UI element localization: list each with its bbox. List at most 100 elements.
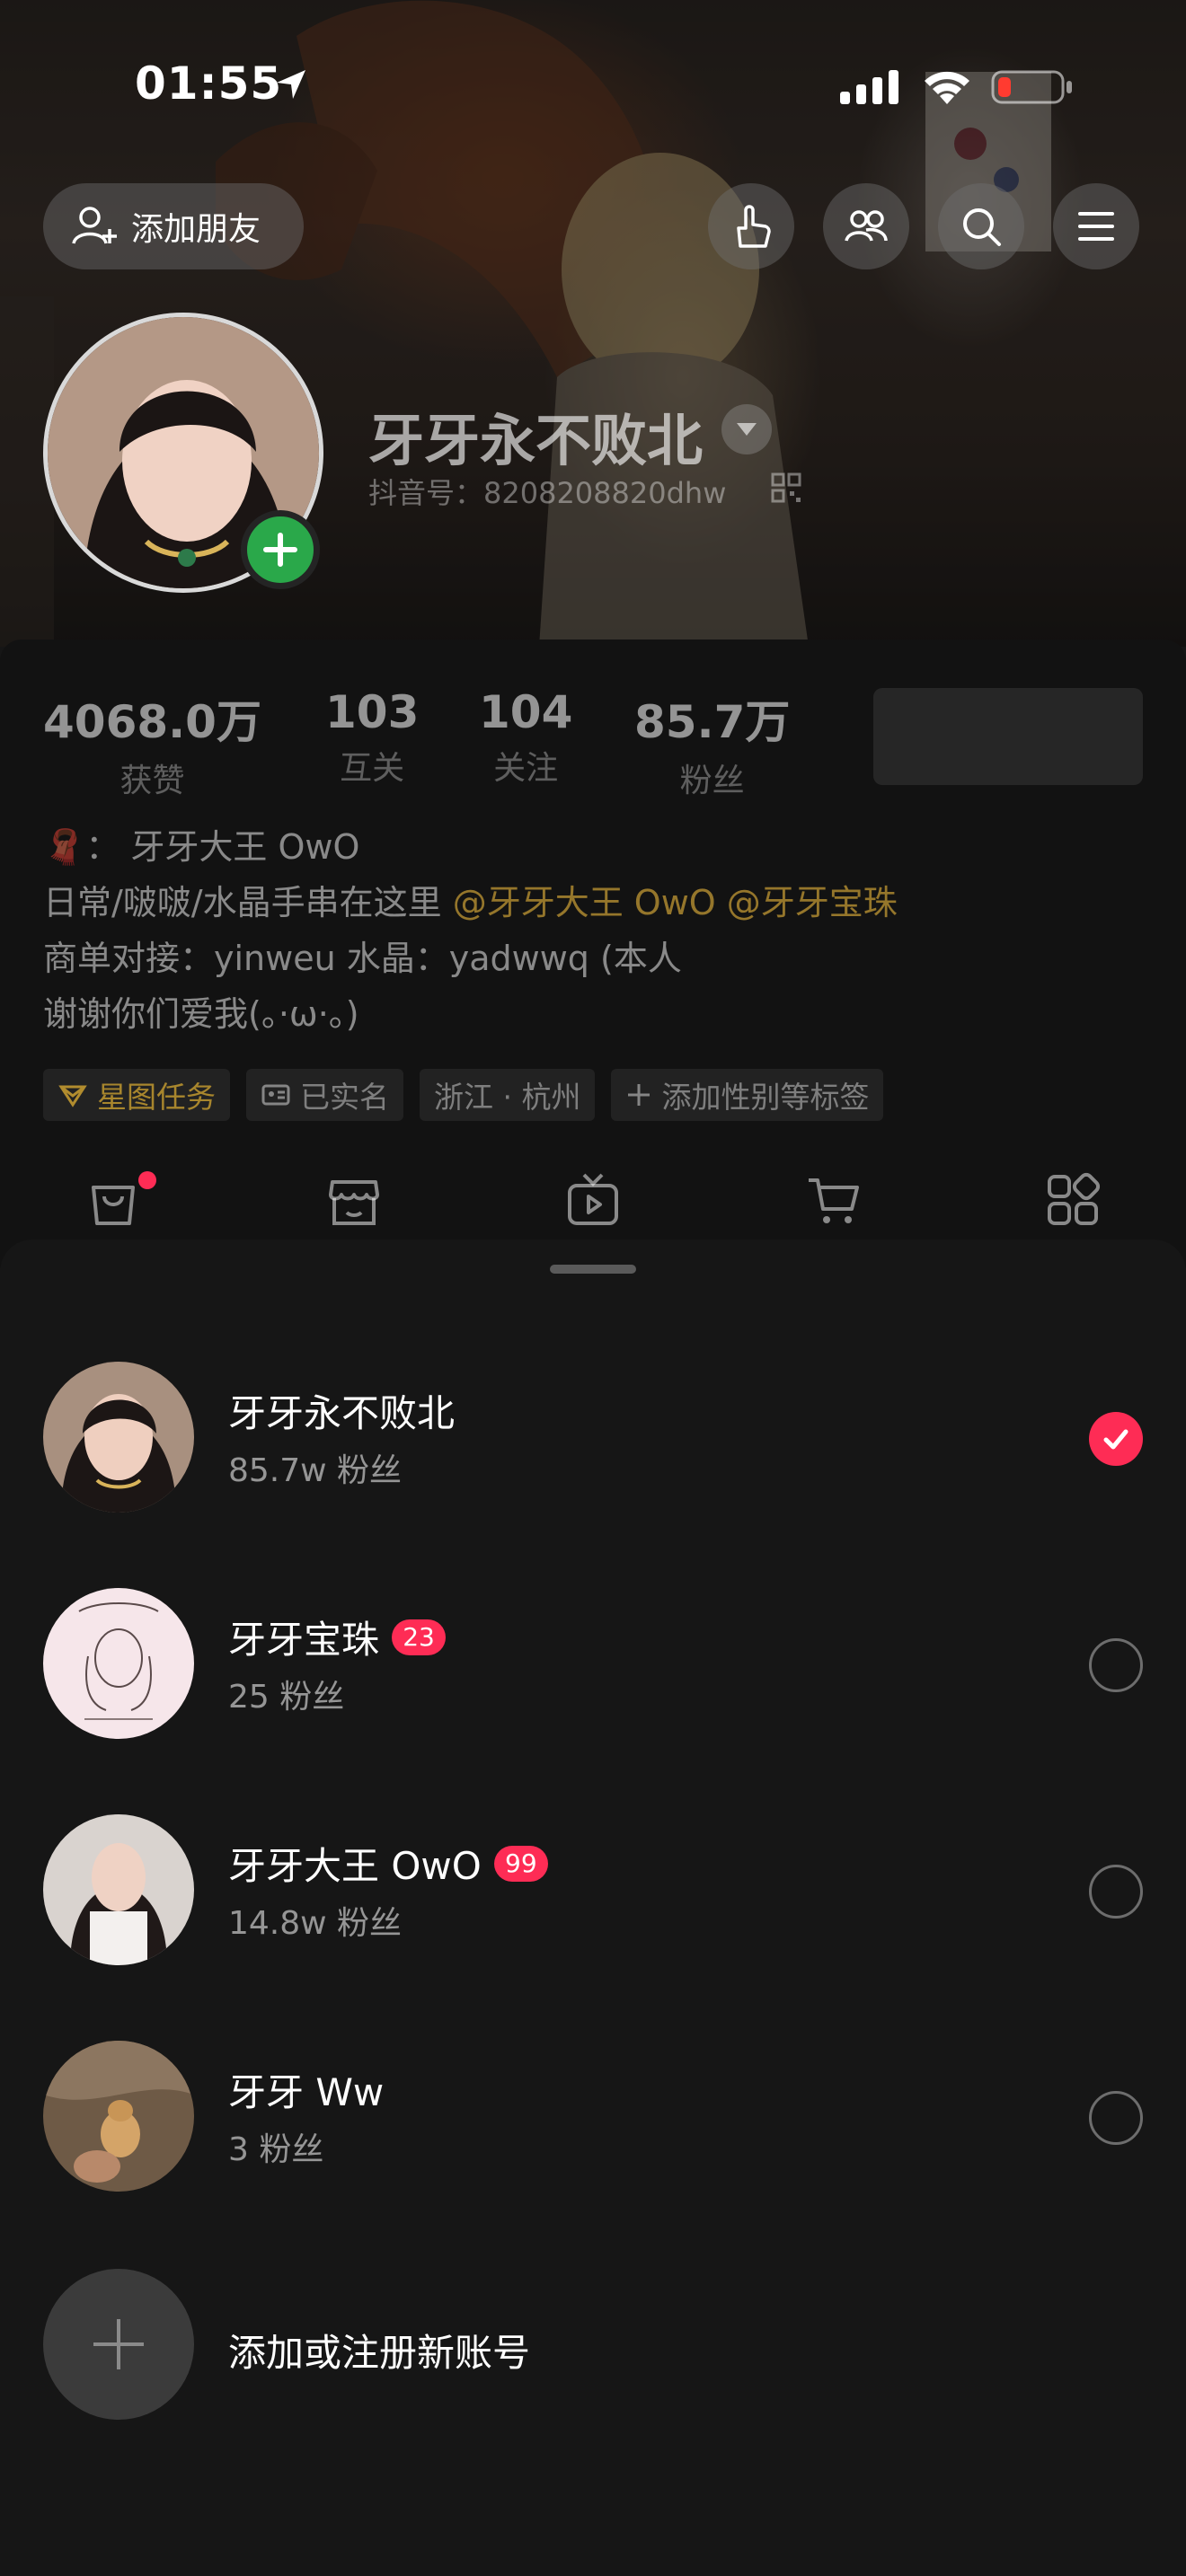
account-followers: 25 粉丝 (228, 1679, 345, 1716)
account-name: 牙牙宝珠 (228, 1618, 380, 1662)
tag-label: 星图任务 (97, 1080, 216, 1115)
tag-star-task[interactable]: 星图任务 (43, 1069, 230, 1121)
tag-label: 添加性别等标签 (661, 1080, 870, 1115)
cart-icon[interactable] (805, 1171, 863, 1229)
friends-button[interactable] (823, 183, 909, 269)
caret-down-icon (737, 423, 757, 436)
add-user-icon (72, 207, 117, 244)
stat-label: 关注 (493, 750, 559, 787)
account-switcher-sheet: 牙牙永不败北 85.7w 粉丝 牙牙宝珠 23 25 粉丝 牙牙大王 OwO 9… (0, 1239, 1186, 2576)
bio-text: ： 牙牙大王 OwO (85, 827, 360, 867)
stat-followers[interactable]: 85.7万 粉丝 (634, 686, 790, 801)
avatar-photo (43, 2041, 194, 2192)
account-name: 牙牙永不败北 (228, 1391, 456, 1435)
location-arrow-icon (277, 70, 305, 99)
account-name-line: 牙牙大王 OwO 99 (228, 1836, 548, 1891)
bio-line-4: 谢谢你们爱我(。·ω·。) (43, 994, 359, 1034)
profile-tags: 星图任务 已实名 浙江 · 杭州 添加性别等标签 (43, 1069, 884, 1121)
stat-label: 获赞 (119, 763, 185, 799)
bio-text: 日常/啵啵/水晶手串在这里 (43, 883, 442, 922)
avatar-illustration (43, 1588, 194, 1739)
friends-icon (845, 210, 888, 242)
account-avatar (43, 1362, 194, 1513)
stat-following[interactable]: 104 关注 (479, 686, 572, 789)
stat-mutual[interactable]: 103 互关 (325, 686, 419, 789)
account-switch-caret[interactable] (721, 404, 772, 454)
account-row[interactable]: 牙牙宝珠 23 25 粉丝 (0, 1574, 1186, 1753)
add-account-label: 添加或注册新账号 (228, 2331, 531, 2375)
stat-value: 85.7万 (634, 696, 791, 748)
bio-mention-2[interactable]: @牙牙宝珠 (727, 883, 898, 922)
checkmark-icon (1103, 1429, 1128, 1450)
account-name-line: 牙牙 Ww (228, 2062, 384, 2117)
account-avatar (43, 1814, 194, 1965)
account-selected-radio[interactable] (1089, 1412, 1143, 1466)
account-row[interactable]: 牙牙 Ww 3 粉丝 (0, 2026, 1186, 2206)
search-icon (963, 208, 1001, 246)
id-card-icon (261, 1084, 290, 1106)
qr-code-icon[interactable] (771, 472, 801, 503)
account-radio[interactable] (1089, 1865, 1143, 1919)
edit-profile-button[interactable] (873, 688, 1143, 785)
tv-icon[interactable] (564, 1171, 622, 1229)
stat-value: 104 (479, 686, 573, 738)
tag-location[interactable]: 浙江 · 杭州 (420, 1069, 596, 1121)
unread-badge: 99 (493, 1845, 548, 1882)
account-followers: 14.8w 粉丝 (228, 1905, 403, 1942)
stat-label: 粉丝 (679, 763, 745, 799)
add-friend-label: 添加朋友 (131, 211, 261, 248)
account-followers: 3 粉丝 (228, 2131, 324, 2168)
gesture-button[interactable] (708, 183, 794, 269)
status-bar: 01:55 (0, 0, 1186, 171)
profile-bio: 🧣： 牙牙大王 OwO 日常/啵啵/水晶手串在这里 @牙牙大王 OwO @牙牙宝… (43, 819, 1121, 1042)
bio-line-3: 商单对接：yinweu 水晶：yadwwq (本人 (43, 939, 682, 978)
profile-name[interactable]: 牙牙永不败北 (368, 395, 703, 476)
bio-line-2: 日常/啵啵/水晶手串在这里 @牙牙大王 OwO @牙牙宝珠 (43, 875, 1121, 931)
apps-icon[interactable] (1044, 1171, 1102, 1229)
menu-button[interactable] (1053, 183, 1139, 269)
wifi-icon (925, 71, 969, 104)
app-screen: 01:55 添加朋友 牙牙永不败北 抖音号：8208208820dhw 4068… (0, 0, 1186, 2576)
account-row[interactable]: 牙牙大王 OwO 99 14.8w 粉丝 (0, 1800, 1186, 1980)
status-time: 01:55 (135, 57, 283, 110)
account-followers: 85.7w 粉丝 (228, 1452, 403, 1489)
battery-icon (991, 70, 1072, 104)
add-account-button[interactable] (43, 2269, 194, 2420)
stat-value: 103 (325, 686, 420, 738)
avatar-photo (43, 1814, 194, 1965)
plus-icon (628, 1084, 651, 1106)
add-friend-button[interactable]: 添加朋友 (43, 183, 304, 269)
stat-likes[interactable]: 4068.0万 获赞 (43, 686, 261, 801)
tag-label: 已实名 (300, 1080, 389, 1115)
douyin-id: 抖音号：8208208820dhw (368, 476, 727, 510)
hand-gesture-icon (737, 205, 771, 248)
bag-icon[interactable] (84, 1171, 142, 1229)
star-map-icon (58, 1085, 87, 1107)
store-icon[interactable] (325, 1171, 383, 1229)
account-avatar (43, 2041, 194, 2192)
tag-add[interactable]: 添加性别等标签 (611, 1069, 884, 1121)
stat-value: 4068.0万 (43, 696, 261, 748)
add-account-row[interactable]: 添加或注册新账号 (0, 2267, 1186, 2429)
add-story-button[interactable] (241, 510, 320, 589)
menu-icon (1078, 212, 1114, 241)
account-name-line: 牙牙宝珠 23 (228, 1610, 447, 1664)
tag-verified[interactable]: 已实名 (246, 1069, 403, 1121)
scarf-emoji: 🧣 (43, 827, 86, 867)
account-name: 牙牙 Ww (228, 2070, 385, 2114)
stat-label: 互关 (340, 750, 405, 787)
search-button[interactable] (938, 183, 1024, 269)
plus-icon (263, 533, 297, 567)
account-name-line: 牙牙永不败北 (228, 1383, 455, 1438)
bio-line-1: 🧣： 牙牙大王 OwO (43, 819, 1121, 875)
account-row[interactable]: 牙牙永不败北 85.7w 粉丝 (0, 1347, 1186, 1527)
tag-label: 浙江 · 杭州 (434, 1080, 581, 1115)
account-radio[interactable] (1089, 2091, 1143, 2145)
plus-icon (93, 2319, 144, 2369)
bio-mention-1[interactable]: @牙牙大王 OwO (453, 883, 716, 922)
sheet-drag-handle[interactable] (550, 1265, 636, 1274)
unread-badge: 23 (392, 1619, 447, 1655)
profile-top-bar: 添加朋友 (0, 180, 1186, 273)
avatar-photo (43, 1362, 194, 1513)
account-radio[interactable] (1089, 1638, 1143, 1692)
